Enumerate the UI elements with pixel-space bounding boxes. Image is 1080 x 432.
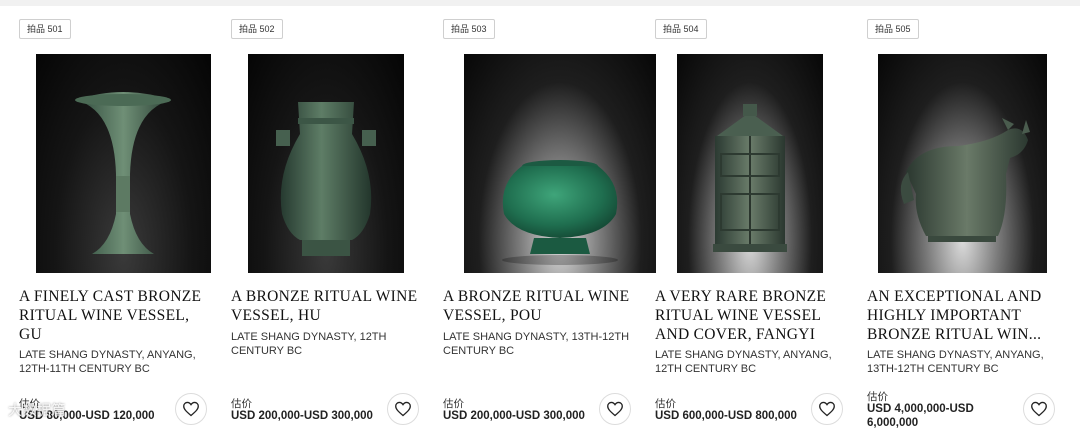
- lot-image-gu[interactable]: [36, 54, 211, 273]
- estimate-value: USD 4,000,000-USD 6,000,000: [867, 403, 974, 429]
- heart-outline-icon: [1031, 401, 1047, 417]
- favorite-button[interactable]: [387, 393, 419, 425]
- lot-dynasty: LATE SHANG DYNASTY, ANYANG, 13TH-12TH CE…: [867, 349, 1044, 375]
- heart-outline-icon: [395, 401, 411, 417]
- estimate-value: USD 200,000-USD 300,000: [443, 410, 585, 422]
- lot-image-pou[interactable]: [464, 54, 656, 273]
- lot-dynasty: LATE SHANG DYNASTY, 13TH-12TH CENTURY BC: [443, 331, 630, 357]
- lot-card-504[interactable]: 拍品 504 A VERY RARE BRONZE RITUAL WINE VE…: [655, 0, 855, 432]
- bronze-pou-vessel-icon: [502, 160, 618, 265]
- estimate-value: USD 200,000-USD 300,000: [231, 410, 373, 422]
- lot-image-hu[interactable]: [248, 54, 404, 273]
- watermark-text: 大数据篇: [8, 402, 66, 418]
- favorite-button[interactable]: [811, 393, 843, 425]
- lot-title[interactable]: A BRONZE RITUAL WINE VESSEL, HU: [231, 287, 421, 325]
- lot-number-badge: 拍品 504: [655, 19, 707, 39]
- favorite-button[interactable]: [175, 393, 207, 425]
- favorite-button[interactable]: [599, 393, 631, 425]
- bronze-fangyi-vessel-icon: [713, 104, 787, 252]
- lot-image-fangyi[interactable]: [677, 54, 823, 273]
- bronze-hu-vessel-icon: [276, 102, 376, 256]
- lot-card-502[interactable]: 拍品 502 A BRONZE RITUAL WINE VESSEL, HU L…: [231, 0, 431, 432]
- lot-title[interactable]: A BRONZE RITUAL WINE VESSEL, POU: [443, 287, 633, 325]
- lot-dynasty: LATE SHANG DYNASTY, 12TH CENTURY BC: [231, 331, 387, 357]
- heart-outline-icon: [183, 401, 199, 417]
- lot-card-501[interactable]: 拍品 501 A FINELY CAST BRONZE RITUAL WINE …: [19, 0, 219, 432]
- lot-card-503[interactable]: 拍品 503 A BRONZE RITUAL WINE VESSEL, POU …: [443, 0, 656, 432]
- favorite-button[interactable]: [1023, 393, 1055, 425]
- bronze-gu-vessel-icon: [75, 92, 171, 254]
- heart-outline-icon: [607, 401, 623, 417]
- lot-title[interactable]: AN EXCEPTIONAL AND HIGHLY IMPORTANT BRON…: [867, 287, 1057, 344]
- lot-dynasty: LATE SHANG DYNASTY, ANYANG, 12TH-11TH CE…: [19, 349, 196, 375]
- estimate-value: USD 600,000-USD 800,000: [655, 410, 797, 422]
- heart-outline-icon: [819, 401, 835, 417]
- lot-image-gong[interactable]: [878, 54, 1047, 273]
- lot-dynasty: LATE SHANG DYNASTY, ANYANG, 12TH CENTURY…: [655, 349, 832, 375]
- lot-title[interactable]: A FINELY CAST BRONZE RITUAL WINE VESSEL,…: [19, 287, 209, 344]
- lot-grid: 拍品 501 A FINELY CAST BRONZE RITUAL WINE …: [0, 0, 1080, 432]
- lot-number-badge: 拍品 502: [231, 19, 283, 39]
- lot-number-badge: 拍品 501: [19, 19, 71, 39]
- bronze-gong-vessel-icon: [900, 118, 1030, 242]
- lot-number-badge: 拍品 505: [867, 19, 919, 39]
- lot-title[interactable]: A VERY RARE BRONZE RITUAL WINE VESSEL AN…: [655, 287, 845, 344]
- lot-number-badge: 拍品 503: [443, 19, 495, 39]
- lot-card-505[interactable]: 拍品 505 AN EXCEPTIONAL AND HIGHLY IMPORTA…: [867, 0, 1067, 432]
